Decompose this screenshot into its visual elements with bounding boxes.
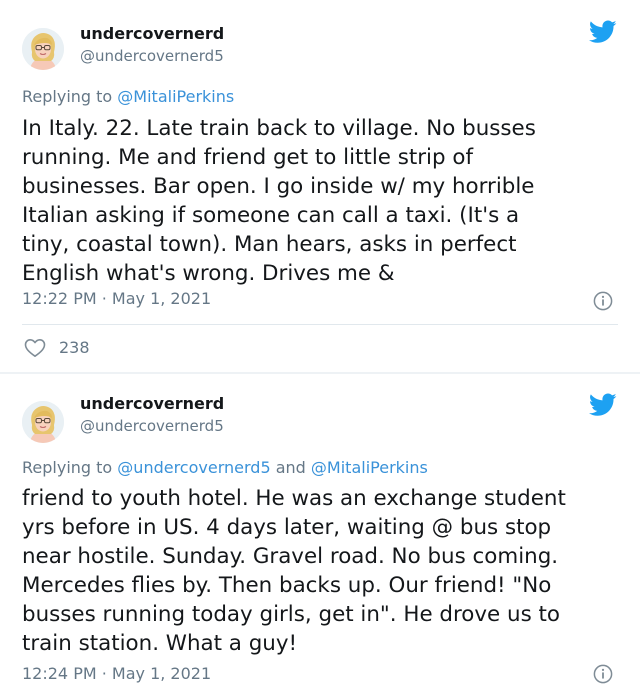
tweet-body: friend to youth hotel. He was an exchang… [22, 484, 632, 658]
replying-to-line: Replying to @undercovernerd5 and @Mitali… [22, 458, 428, 477]
tweet-text-line: yrs before in US. 4 days later, waiting … [22, 515, 552, 540]
replying-prefix: Replying to [22, 87, 113, 106]
tweet-text-line: near hostile. Sunday. Gravel road. No bu… [22, 544, 559, 569]
user-handle[interactable]: @undercovernerd5 [80, 47, 224, 65]
twitter-bird-icon[interactable] [589, 20, 617, 44]
info-icon[interactable] [593, 291, 613, 311]
replying-prefix: Replying to [22, 458, 113, 477]
avatar[interactable] [22, 28, 64, 70]
mention-link[interactable]: @MitaliPerkins [311, 458, 428, 477]
tweet-timestamp[interactable]: 12:24 PM · May 1, 2021 [22, 664, 211, 683]
tweet-text-line: businesses. Bar open. I go inside w/ my … [22, 174, 535, 199]
tweet-text-line: tiny, coastal town). Man hears, asks in … [22, 232, 517, 257]
info-icon[interactable] [593, 664, 613, 684]
tweet-text-line: Italian asking if someone can call a tax… [22, 203, 520, 228]
tweet-text-line: busses running today girls, get in". He … [22, 602, 560, 627]
mention-link[interactable]: @MitaliPerkins [117, 87, 234, 106]
tweet-body: In Italy. 22. Late train back to village… [22, 114, 632, 288]
tweet-text-line: English what's wrong. Drives me & [22, 261, 395, 286]
display-name[interactable]: undercovernerd [80, 394, 224, 413]
user-handle[interactable]: @undercovernerd5 [80, 417, 224, 435]
tweet-text-line: running. Me and friend get to little str… [22, 145, 473, 170]
tweet-text-line: train station. What a guy! [22, 631, 298, 656]
like-count[interactable]: 238 [59, 338, 90, 357]
tweet-timestamp[interactable]: 12:22 PM · May 1, 2021 [22, 289, 211, 308]
twitter-bird-icon[interactable] [589, 393, 617, 417]
mention-link[interactable]: @undercovernerd5 [117, 458, 270, 477]
tweet-card-1[interactable]: undercovernerd @undercovernerd5 Replying… [0, 0, 640, 373]
divider [22, 324, 618, 325]
heart-icon[interactable] [24, 338, 46, 358]
tweet-text-line: Mercedes flies by. Then backs up. Our fr… [22, 573, 552, 598]
replying-joiner: and [275, 458, 306, 477]
tweet-text-line: In Italy. 22. Late train back to village… [22, 116, 536, 141]
tweet-card-2[interactable]: undercovernerd @undercovernerd5 Replying… [0, 373, 640, 693]
display-name[interactable]: undercovernerd [80, 24, 224, 43]
tweet-text-line: friend to youth hotel. He was an exchang… [22, 486, 566, 511]
replying-to-line: Replying to @MitaliPerkins [22, 87, 234, 106]
avatar[interactable] [22, 401, 64, 443]
